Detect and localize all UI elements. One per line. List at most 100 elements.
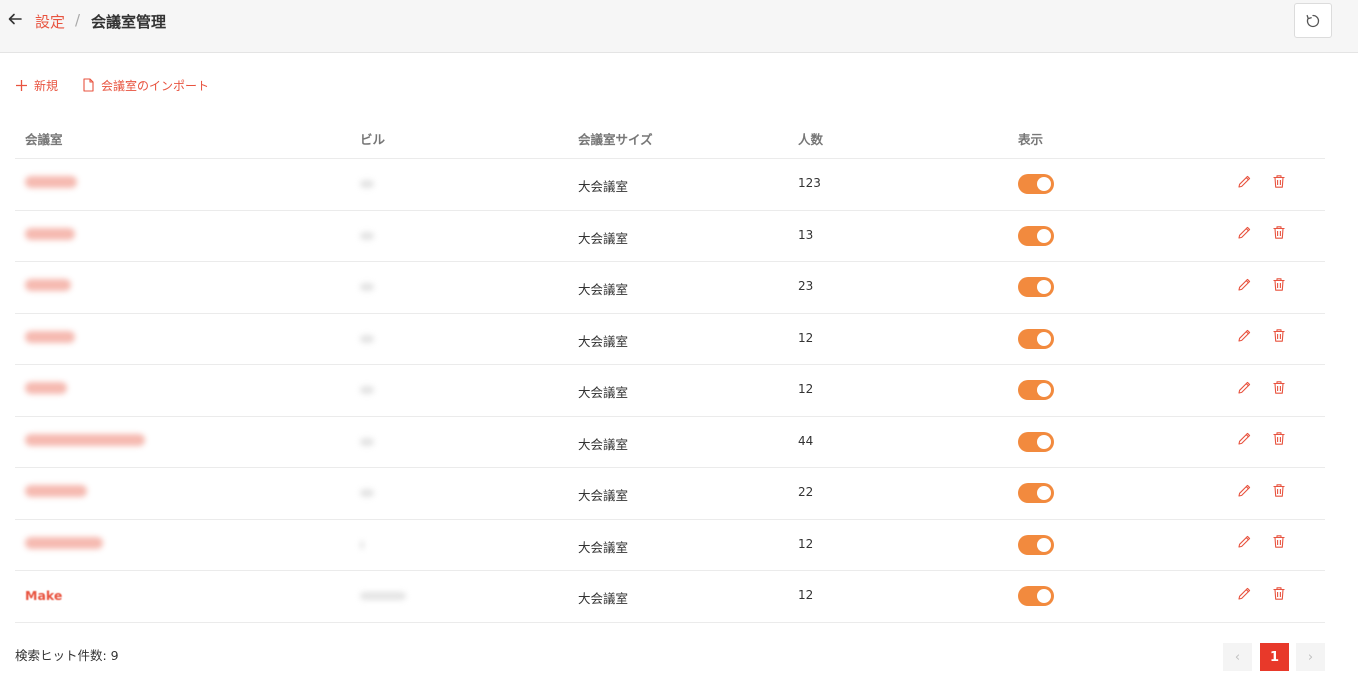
rooms-table: 会議室 ビル 会議室サイズ 人数 表示 大会議室 123 大会議室 13 大会議室 23 大… <box>15 119 1325 623</box>
pencil-icon <box>1237 586 1252 605</box>
column-header-size[interactable]: 会議室サイズ <box>578 129 653 148</box>
edit-button[interactable] <box>1235 586 1253 604</box>
edit-button[interactable] <box>1235 432 1253 450</box>
edit-button[interactable] <box>1235 174 1253 192</box>
room-name-link[interactable] <box>25 433 145 446</box>
display-cell <box>1018 534 1054 555</box>
breadcrumb-settings-link[interactable]: 設定 <box>35 11 65 32</box>
edit-button[interactable] <box>1235 226 1253 244</box>
capacity-cell: 123 <box>798 176 821 190</box>
building-cell <box>360 537 364 552</box>
capacity-cell: 13 <box>798 227 814 242</box>
room-name-link[interactable] <box>25 485 87 497</box>
building-value <box>360 437 374 446</box>
table-body: 大会議室 123 大会議室 13 大会議室 23 大会議室 12 大会議室 12 大会議室 44 大会議… <box>15 159 1325 623</box>
delete-button[interactable] <box>1270 277 1288 295</box>
edit-button[interactable] <box>1235 483 1253 501</box>
room-name-link[interactable] <box>25 536 103 549</box>
pagination-page-1[interactable]: 1 <box>1260 643 1289 671</box>
delete-button[interactable] <box>1270 586 1288 604</box>
pencil-icon <box>1237 328 1252 347</box>
column-header-building[interactable]: ビル <box>360 129 385 148</box>
display-cell <box>1018 483 1054 503</box>
capacity-cell: 12 <box>798 330 814 345</box>
building-value <box>360 334 374 343</box>
delete-button[interactable] <box>1270 432 1288 450</box>
display-toggle[interactable] <box>1018 483 1054 503</box>
display-toggle[interactable] <box>1018 277 1054 297</box>
room-size-cell: 大会議室 <box>578 333 629 349</box>
room-name-link[interactable] <box>25 382 67 394</box>
trash-icon <box>1272 225 1286 244</box>
capacity-cell: 44 <box>798 433 814 448</box>
display-toggle[interactable] <box>1018 174 1054 194</box>
room-name-cell <box>25 176 77 191</box>
room-name-cell <box>25 382 67 397</box>
edit-button[interactable] <box>1235 277 1253 295</box>
room-name-link[interactable]: Make <box>25 588 62 603</box>
trash-icon <box>1272 534 1286 553</box>
delete-button[interactable] <box>1270 535 1288 553</box>
refresh-button[interactable] <box>1294 3 1332 38</box>
plus-icon <box>16 79 27 91</box>
capacity-cell: 12 <box>798 536 814 551</box>
display-toggle[interactable] <box>1018 328 1054 349</box>
pagination-next-button[interactable]: › <box>1296 643 1325 671</box>
delete-button[interactable] <box>1270 174 1288 192</box>
room-name-link[interactable] <box>25 227 75 240</box>
import-button-label: 会議室のインポート <box>101 78 210 93</box>
delete-button[interactable] <box>1270 329 1288 347</box>
pencil-icon <box>1237 277 1252 296</box>
building-cell <box>360 279 374 294</box>
room-name-cell <box>25 485 87 500</box>
trash-icon <box>1272 431 1286 450</box>
edit-button[interactable] <box>1235 535 1253 553</box>
display-cell <box>1018 328 1054 349</box>
trash-icon <box>1272 586 1286 605</box>
delete-button[interactable] <box>1270 380 1288 398</box>
building-cell <box>360 588 406 603</box>
import-button[interactable]: 会議室のインポート <box>82 76 209 94</box>
edit-button[interactable] <box>1235 380 1253 398</box>
back-button[interactable] <box>6 10 24 28</box>
trash-icon <box>1272 380 1286 399</box>
display-cell <box>1018 174 1054 194</box>
display-toggle[interactable] <box>1018 534 1054 555</box>
display-toggle[interactable] <box>1018 586 1054 606</box>
room-name-link[interactable] <box>25 330 75 343</box>
building-cell <box>360 434 374 449</box>
edit-button[interactable] <box>1235 329 1253 347</box>
pencil-icon <box>1237 431 1252 450</box>
building-value <box>360 386 374 394</box>
delete-button[interactable] <box>1270 226 1288 244</box>
display-cell <box>1018 586 1054 606</box>
display-toggle[interactable] <box>1018 380 1054 400</box>
room-name-cell <box>25 536 103 552</box>
new-button[interactable]: 新規 <box>15 76 58 94</box>
table-row: 大会議室 12 <box>15 314 1325 365</box>
building-cell <box>360 485 374 500</box>
toggle-knob <box>1037 280 1051 294</box>
delete-button[interactable] <box>1270 483 1288 501</box>
room-name-cell <box>25 433 145 449</box>
column-header-room[interactable]: 会議室 <box>25 129 63 148</box>
display-toggle[interactable] <box>1018 225 1054 246</box>
display-cell <box>1018 277 1054 297</box>
chevron-left-icon: ‹ <box>1234 649 1241 665</box>
column-header-capacity[interactable]: 人数 <box>798 129 823 148</box>
pencil-icon <box>1237 380 1252 399</box>
room-name-link[interactable] <box>25 176 77 188</box>
result-count: 検索ヒット件数: 9 <box>15 648 119 663</box>
trash-icon <box>1272 277 1286 296</box>
display-toggle[interactable] <box>1018 431 1054 452</box>
column-header-display[interactable]: 表示 <box>1018 129 1043 148</box>
pagination-prev-button[interactable]: ‹ <box>1223 643 1252 671</box>
toggle-knob <box>1037 177 1051 191</box>
breadcrumb-separator: / <box>75 11 81 29</box>
display-cell <box>1018 225 1054 246</box>
building-value <box>360 540 364 549</box>
table-row: 大会議室 44 <box>15 417 1325 468</box>
toggle-knob <box>1037 331 1051 346</box>
room-name-link[interactable] <box>25 279 71 291</box>
pencil-icon <box>1237 483 1252 502</box>
